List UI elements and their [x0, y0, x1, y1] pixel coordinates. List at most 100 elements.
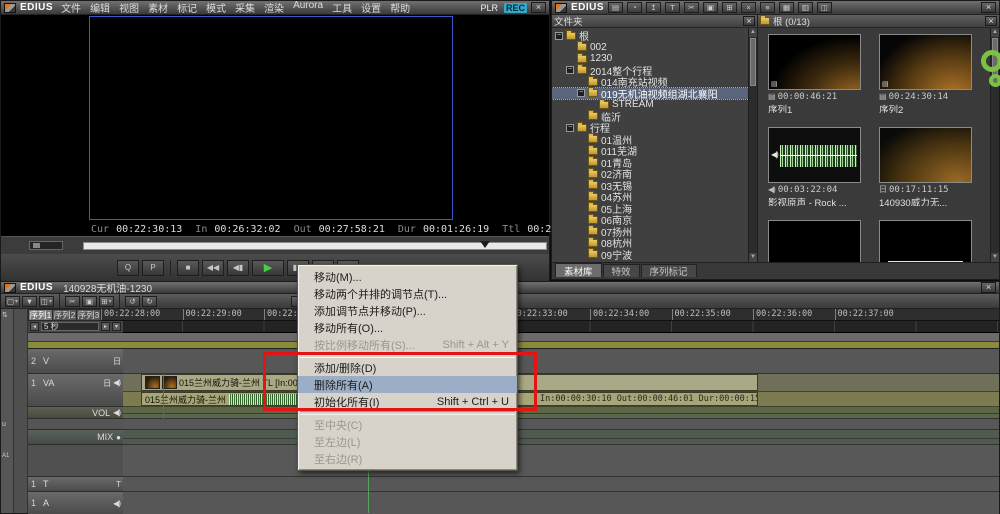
collapse-icon[interactable]: − [566, 124, 574, 132]
track-vol-rubber-band[interactable] [123, 407, 999, 419]
bin-clip[interactable]: ◀) ◀) 00:03:22:04 影视原声 - Rock ... [768, 127, 863, 206]
clip-thumbnail[interactable] [879, 127, 972, 183]
speaker-icon[interactable]: ◀) [113, 499, 120, 508]
timescale-dropdown-icon[interactable]: ▾ [112, 322, 121, 331]
thumbnail-view-icon[interactable]: ▦ [779, 2, 794, 13]
bin-clip[interactable]: ▤ ▤ 00:00:46:21 序列1 [768, 34, 863, 113]
player-titlebar[interactable]: EDIUS 文件 编辑 视图 素材 标记 模式 采集 渲染 Aurora 工具 … [1, 1, 549, 15]
bin-clip[interactable]: 日 00:17:11:15 140930威力无... [879, 127, 974, 206]
menu-render[interactable]: 渲染 [260, 0, 288, 15]
tree-item[interactable]: 01青岛 [552, 157, 757, 169]
track-header-1t[interactable]: 1 T T [28, 477, 123, 492]
cut-icon[interactable]: ✂ [65, 296, 80, 307]
menu-clip[interactable]: 素材 [144, 0, 172, 15]
menu-tools[interactable]: 工具 [328, 0, 356, 15]
track-1t[interactable] [123, 477, 999, 492]
tab-bin[interactable]: 素材库 [555, 263, 602, 277]
tree-item-selected[interactable]: − 019无机油视频组湖北襄阳 [552, 88, 757, 100]
track-header-vol[interactable]: VOL ◀) [28, 407, 123, 419]
paste-icon[interactable]: ⊞ [722, 2, 737, 13]
zoom-in-icon[interactable]: ▸ [101, 322, 110, 331]
bin-clip[interactable] [768, 220, 863, 262]
paste-icon[interactable]: ⊞▾ [99, 296, 114, 307]
new-folder-icon[interactable]: ▤ [608, 2, 623, 13]
tab-effects[interactable]: 特效 [603, 264, 640, 277]
search-icon[interactable]: ◔ [627, 2, 642, 13]
menu-view[interactable]: 视图 [115, 0, 143, 15]
menu-item-add-node-and-move[interactable]: 添加调节点并移动(P)... [298, 302, 517, 319]
clip-thumbnail[interactable] [768, 220, 861, 262]
zoom-out-icon[interactable]: ◂ [30, 322, 39, 331]
scrollbar-thumb[interactable] [750, 38, 756, 86]
menu-item-move[interactable]: 移动(M)... [298, 268, 517, 285]
copy-icon[interactable]: ▣ [82, 296, 97, 307]
tree-item[interactable]: 09宁波 [552, 249, 757, 261]
timescale-value[interactable]: 5 秒 [41, 322, 99, 331]
up-folder-icon[interactable]: ↥ [646, 2, 661, 13]
shuttle-icon[interactable]: P [142, 260, 164, 276]
timeline-ruler[interactable]: 00:22:28:00 00:22:29:00 00:22:30:00 00:2… [101, 309, 999, 321]
tree-item[interactable]: 08杭州 [552, 237, 757, 249]
tree-item[interactable]: 011芜湖 [552, 145, 757, 157]
updown-icon[interactable]: ⇅ [2, 311, 8, 319]
tree-item[interactable]: 05上海 [552, 203, 757, 215]
close-icon[interactable]: × [985, 16, 997, 26]
video-mute-icon[interactable]: 日 [113, 356, 120, 367]
collapse-icon[interactable]: − [566, 66, 574, 74]
ruler-ticks[interactable] [123, 321, 999, 333]
menu-capture[interactable]: 采集 [231, 0, 259, 15]
tree-item-root[interactable]: − 根 [552, 30, 757, 42]
scroll-up-icon[interactable]: ▲ [991, 28, 999, 37]
speaker-icon[interactable]: ◀) [113, 408, 120, 417]
properties-icon[interactable]: ≡ [760, 2, 775, 13]
track-2v[interactable] [123, 349, 999, 374]
tree-item[interactable]: − 行程 [552, 122, 757, 134]
save-icon[interactable]: ◫▾ [39, 296, 54, 307]
title-track-icon[interactable]: T [116, 480, 120, 489]
track-mix[interactable] [123, 430, 999, 445]
scroll-down-icon[interactable]: ▼ [749, 253, 757, 262]
copy-icon[interactable]: ▣ [703, 2, 718, 13]
track-header-1va[interactable]: 1 VA 日 ◀) [28, 374, 123, 407]
track-1a[interactable] [123, 492, 999, 514]
delete-icon[interactable]: × [741, 2, 756, 13]
jog-icon[interactable]: Q [117, 260, 139, 276]
scroll-down-icon[interactable]: ▼ [991, 253, 999, 262]
clip-thumbnail[interactable]: ▤ [879, 34, 972, 90]
collapse-icon[interactable]: − [555, 32, 563, 40]
track-header-2v[interactable]: 2 V 日 [28, 349, 123, 374]
add-title-icon[interactable]: T [665, 2, 680, 13]
open-icon[interactable]: ▼ [22, 296, 37, 307]
seek-bar[interactable] [83, 242, 547, 250]
stop-button[interactable]: ■ [177, 260, 199, 276]
tree-item[interactable]: 临沂 [552, 111, 757, 123]
clip-thumbnail[interactable]: ▤ [768, 34, 861, 90]
tree-item[interactable]: 1230 [552, 53, 757, 65]
tree-item[interactable]: 02济南 [552, 168, 757, 180]
plr-indicator[interactable]: PLR [478, 3, 500, 13]
collapse-icon[interactable]: − [577, 89, 585, 97]
redo-icon[interactable]: ↻ [142, 296, 157, 307]
bin-clip[interactable]: ▤ ▤ 00:24:30:14 序列2 [879, 34, 974, 113]
tree-item[interactable]: 01温州 [552, 134, 757, 146]
rec-indicator[interactable]: REC [504, 3, 527, 13]
close-icon[interactable]: × [531, 2, 546, 13]
menu-marker[interactable]: 标记 [173, 0, 201, 15]
tree-scrollbar[interactable]: ▲ ▼ [748, 28, 757, 262]
tab-sequence-1[interactable]: 序列1 [28, 309, 53, 321]
track-1va-video[interactable]: 015兰州威力骑-兰州 TL [In:00:00:30:10 Out:00:00… [123, 374, 999, 392]
play-button[interactable]: ▶ [252, 260, 284, 276]
step-back-button[interactable]: ◀▮ [227, 260, 249, 276]
track-header-1a[interactable]: 1 A ◀) [28, 492, 123, 514]
tree-item[interactable]: 03无锡 [552, 180, 757, 192]
menu-item-move-all[interactable]: 移动所有(O)... [298, 319, 517, 336]
menu-mode[interactable]: 模式 [202, 0, 230, 15]
knob-icon[interactable]: ● [116, 433, 120, 442]
scroll-up-icon[interactable]: ▲ [749, 28, 757, 37]
undo-icon[interactable]: ↺ [125, 296, 140, 307]
menu-aurora[interactable]: Aurora [289, 0, 327, 15]
layout-icon[interactable]: ◫ [817, 2, 832, 13]
seek-position-marker[interactable] [480, 241, 490, 253]
track-header-mix[interactable]: MIX ● [28, 430, 123, 445]
menu-item-move-two-nodes[interactable]: 移动两个并排的调节点(T)... [298, 285, 517, 302]
